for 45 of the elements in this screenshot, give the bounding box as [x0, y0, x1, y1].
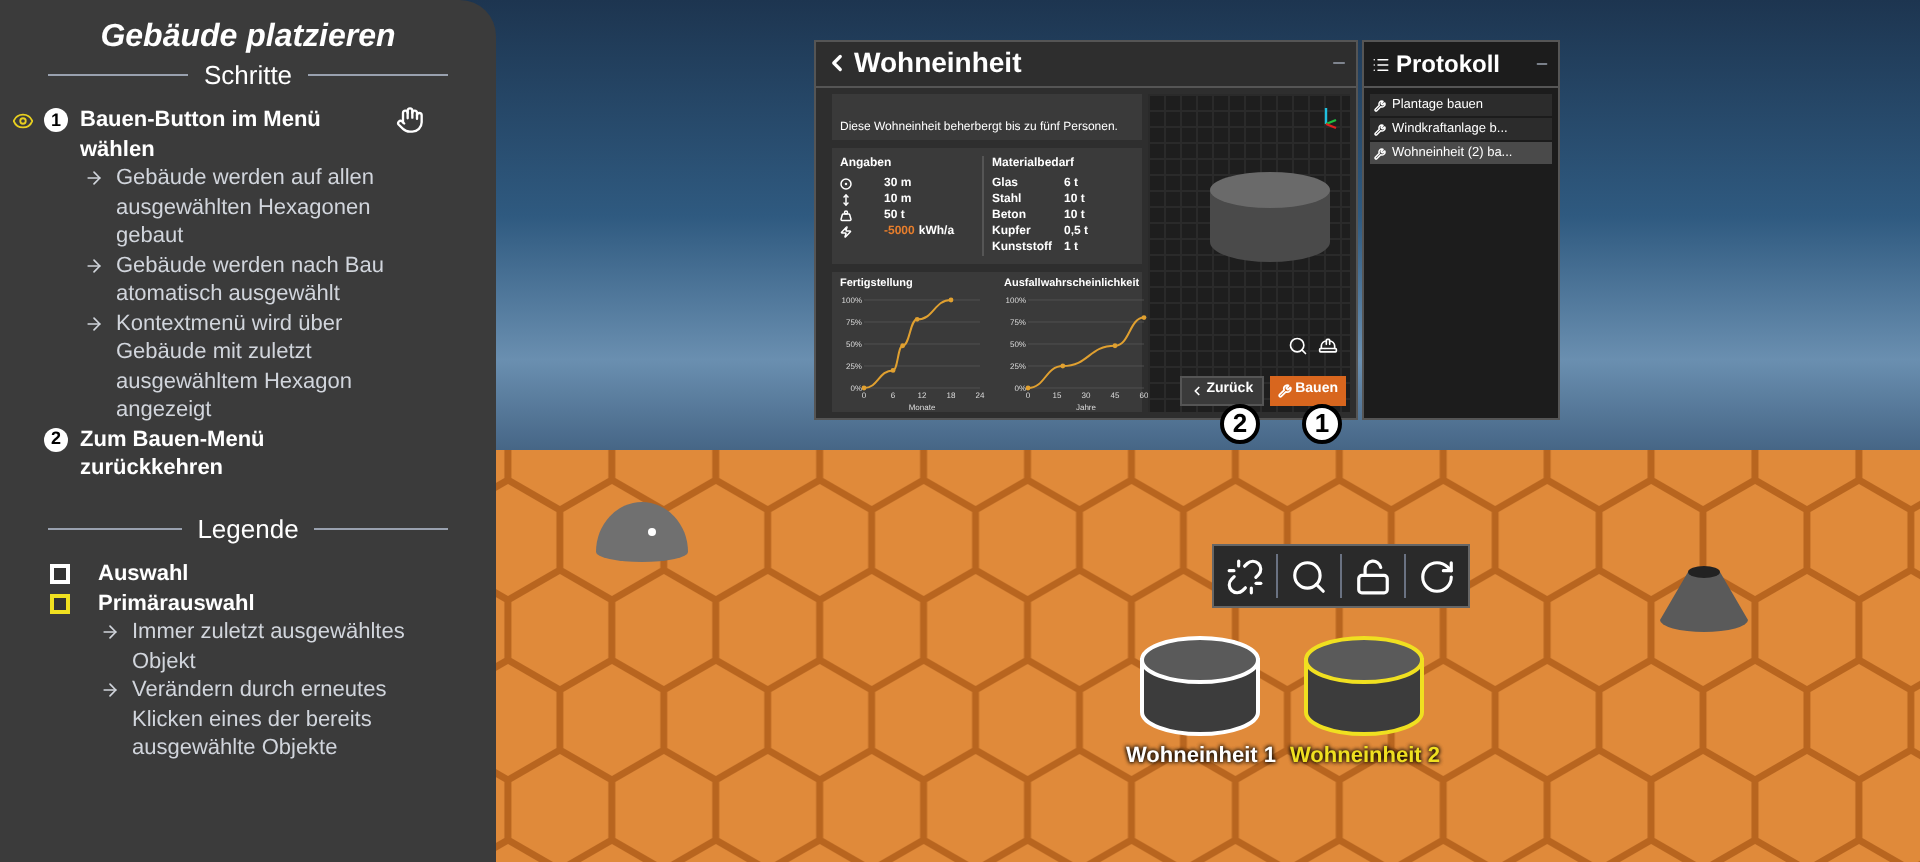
legend-note: Immer zuletzt ausgewähltes Objekt	[132, 618, 407, 676]
dialog-title: Wohneinheit	[854, 44, 1022, 83]
cylinder-building-drawing[interactable]	[1302, 632, 1427, 740]
step-label: Zum Bauen-Menü zurückkehren	[80, 425, 267, 483]
legend-label: Primärauswahl	[98, 589, 255, 618]
chevron-left-icon	[1190, 384, 1205, 398]
building-label: Wohneinheit 1	[1126, 742, 1276, 772]
wrench-icon	[1374, 123, 1386, 135]
list-icon	[1372, 55, 1390, 73]
spec-icon	[840, 193, 852, 206]
cylinder-building-drawing[interactable]	[1138, 632, 1263, 740]
legend-note: Verändern durch erneutes Klicken eines der bereits ausgewählte Objekte	[132, 676, 389, 763]
arrow-icon	[100, 680, 120, 700]
wrench-icon	[1277, 384, 1292, 398]
rotate-icon[interactable]	[1418, 557, 1456, 595]
building-label: Wohneinheit 2	[1290, 742, 1440, 772]
search-icon[interactable]	[1290, 557, 1328, 595]
line-series	[1027, 316, 1145, 389]
cone-object-drawing[interactable]	[1656, 560, 1752, 636]
line-series	[863, 299, 952, 389]
helmet-icon[interactable]	[1318, 336, 1338, 356]
sidebar-title: Gebäude platzieren	[98, 24, 398, 53]
substep-text: Gebäude werden nach Bau atomatisch ausgewählt	[116, 251, 386, 309]
arrow-icon	[100, 622, 120, 642]
wrench-icon	[1374, 99, 1386, 111]
zoom-icon[interactable]	[1288, 336, 1308, 356]
step-number: 1	[44, 108, 68, 132]
panel-title: Protokoll	[1396, 48, 1501, 82]
substep-text: Gebäude werden auf allen ausgewählten Hexagonen gebaut	[116, 164, 377, 251]
unlock-icon[interactable]	[1354, 557, 1392, 595]
arrow-icon	[84, 313, 104, 333]
substep-text: Kontextmenü wird über Gebäude mit zuletzt ausgewähltem Hexagon angezeigt	[116, 309, 355, 425]
step-label: Bauen-Button im Menü wählen	[80, 106, 323, 164]
section-heading: Schritte	[203, 61, 293, 90]
spec-icon	[840, 177, 852, 190]
tap-hand-icon	[396, 106, 424, 134]
step-number: 2	[44, 427, 68, 451]
legend-label: Auswahl	[98, 560, 189, 589]
arrow-icon	[84, 168, 104, 188]
section-heading: Legende	[197, 515, 299, 544]
spec-icon	[840, 209, 852, 222]
unlink-icon[interactable]	[1226, 557, 1264, 595]
spec-icon	[840, 225, 852, 238]
wrench-icon	[1374, 147, 1386, 159]
arrow-icon	[84, 255, 104, 275]
